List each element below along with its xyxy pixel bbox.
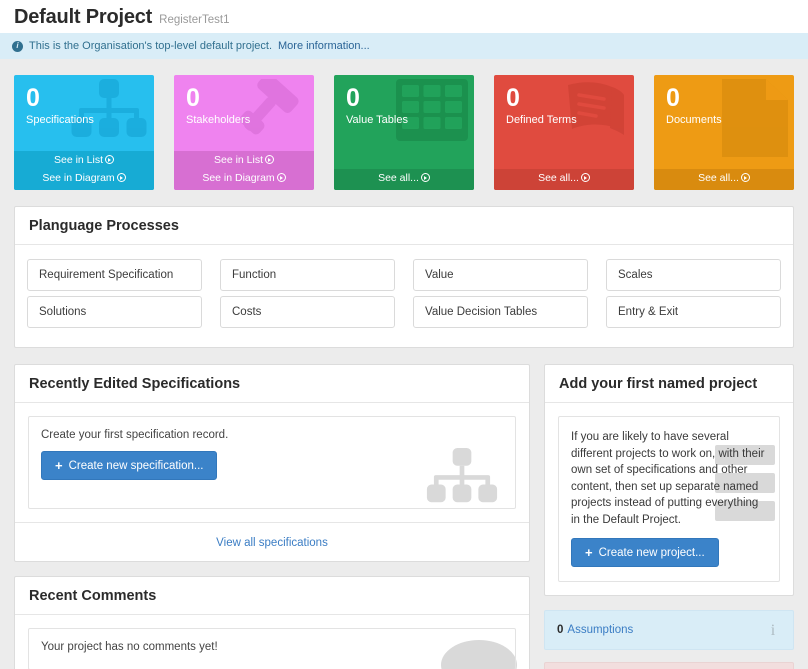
create-new-specification-button[interactable]: + Create new specification... [41, 451, 218, 480]
tile-link-see-in-diagram[interactable]: See in Diagram [174, 169, 314, 187]
tile-defined-terms[interactable]: 0 Defined Terms See all... [494, 75, 634, 190]
recently-edited-empty-box: Create your first specification record. … [28, 416, 516, 509]
tile-label: Stakeholders [186, 114, 251, 126]
planguage-item-entry-exit[interactable]: Entry & Exit [606, 296, 781, 328]
tile-body: 0 Defined Terms [494, 75, 634, 137]
tile-footer: See all... [334, 169, 474, 190]
svg-text:i: i [771, 622, 776, 638]
tile-link-see-all[interactable]: See all... [334, 169, 474, 187]
planguage-grid-wrap: Requirement Specification Function Value… [15, 245, 793, 347]
tile-body: 0 Stakeholders [174, 75, 314, 137]
tile-link-see-in-diagram[interactable]: See in Diagram [14, 169, 154, 187]
status-strip-assumptions[interactable]: 0 Assumptions i [544, 610, 794, 650]
tile-documents[interactable]: 0 Documents See all... [654, 75, 794, 190]
tile-link-see-all[interactable]: See all... [494, 169, 634, 187]
project-subtitle: RegisterTest1 [159, 14, 230, 26]
tile-footer: See in List See in Diagram [14, 151, 154, 190]
tile-link-see-all[interactable]: See all... [654, 169, 794, 187]
side-column: Add your first named project If you are … [544, 364, 794, 669]
recent-comments-title: Recent Comments [15, 577, 529, 615]
planguage-item-value-decision-tables[interactable]: Value Decision Tables [413, 296, 588, 328]
tile-count: 0 [666, 84, 680, 112]
arrow-right-icon [105, 155, 115, 164]
tile-footer: See in List See in Diagram [174, 151, 314, 190]
planguage-item-solutions[interactable]: Solutions [27, 296, 202, 328]
tile-label: Value Tables [346, 114, 408, 126]
planguage-grid: Requirement Specification Function Value… [27, 259, 781, 333]
info-letter-icon: i [765, 620, 781, 641]
recently-edited-title: Recently Edited Specifications [15, 365, 529, 403]
planguage-panel: Planguage Processes Requirement Specific… [14, 206, 794, 348]
tile-count: 0 [506, 84, 520, 112]
recent-comments-empty-box: Your project has no comments yet! [28, 628, 516, 669]
plus-icon: + [585, 545, 593, 560]
named-project-body: If you are likely to have several differ… [545, 403, 793, 595]
tile-label: Documents [666, 114, 722, 126]
planguage-section: Planguage Processes Requirement Specific… [0, 190, 808, 348]
create-new-project-label: Create new project... [598, 546, 705, 559]
planguage-title: Planguage Processes [15, 207, 793, 245]
hierarchy-icon [426, 448, 498, 503]
named-project-body-text: If you are likely to have several differ… [571, 431, 765, 526]
tile-label: Specifications [26, 114, 94, 126]
assumptions-link[interactable]: Assumptions [567, 624, 633, 636]
recently-edited-body: Create your first specification record. … [15, 403, 529, 509]
recently-edited-empty-text: Create your first specification record. [41, 429, 229, 441]
tile-footer: See all... [494, 169, 634, 190]
planguage-item-scales[interactable]: Scales [606, 259, 781, 291]
page-title: Default Project [14, 6, 153, 28]
recently-edited-footer: View all specifications [15, 522, 529, 561]
info-banner: i This is the Organisation's top-level d… [0, 33, 808, 59]
tile-stakeholders[interactable]: 0 Stakeholders See in List See in Diagra… [174, 75, 314, 190]
summary-tiles: 0 Specifications See in List See in Diag… [0, 59, 808, 190]
tile-count: 0 [26, 84, 40, 112]
tile-label: Defined Terms [506, 114, 577, 126]
header-row: Default Project RegisterTest1 [14, 6, 794, 29]
status-strip-issues[interactable]: 0 Issues [544, 662, 794, 669]
tile-body: 0 Specifications [14, 75, 154, 137]
assumptions-count: 0 [557, 624, 564, 636]
page-header: Default Project RegisterTest1 [0, 0, 808, 33]
recently-edited-specifications-panel: Recently Edited Specifications Create yo… [14, 364, 530, 562]
arrow-right-icon [116, 173, 126, 182]
tile-body: 0 Value Tables [334, 75, 474, 137]
info-banner-text: This is the Organisation's top-level def… [29, 40, 272, 52]
view-all-specifications-link[interactable]: View all specifications [216, 537, 328, 549]
planguage-item-function[interactable]: Function [220, 259, 395, 291]
named-project-panel: Add your first named project If you are … [544, 364, 794, 596]
named-project-title: Add your first named project [545, 365, 793, 403]
recent-comments-empty-text: Your project has no comments yet! [41, 641, 218, 653]
planguage-item-costs[interactable]: Costs [220, 296, 395, 328]
arrow-right-icon [420, 173, 430, 182]
tile-count: 0 [186, 84, 200, 112]
arrow-right-icon [265, 155, 275, 164]
tile-footer: See all... [654, 169, 794, 190]
page-root: Default Project RegisterTest1 i This is … [0, 0, 808, 669]
arrow-right-icon [580, 173, 590, 182]
planguage-item-requirement-specification[interactable]: Requirement Specification [27, 259, 202, 291]
tile-value-tables[interactable]: 0 Value Tables See all... [334, 75, 474, 190]
more-information-link[interactable]: More information... [278, 40, 370, 52]
tile-body: 0 Documents [654, 75, 794, 137]
tile-specifications[interactable]: 0 Specifications See in List See in Diag… [14, 75, 154, 190]
tile-count: 0 [346, 84, 360, 112]
recent-comments-panel: Recent Comments Your project has no comm… [14, 576, 530, 669]
arrow-right-icon [740, 173, 750, 182]
planguage-item-value[interactable]: Value [413, 259, 588, 291]
info-icon: i [12, 40, 23, 52]
create-new-project-button[interactable]: + Create new project... [571, 538, 719, 567]
plus-icon: + [55, 458, 63, 473]
named-project-inner: If you are likely to have several differ… [558, 416, 780, 582]
tile-link-see-in-list[interactable]: See in List [14, 151, 154, 169]
recent-comments-body: Your project has no comments yet! [15, 615, 529, 669]
tile-link-see-in-list[interactable]: See in List [174, 151, 314, 169]
create-new-specification-label: Create new specification... [68, 459, 204, 472]
content-columns: Recently Edited Specifications Create yo… [0, 348, 808, 669]
arrow-right-icon [276, 173, 286, 182]
main-column: Recently Edited Specifications Create yo… [14, 364, 530, 669]
